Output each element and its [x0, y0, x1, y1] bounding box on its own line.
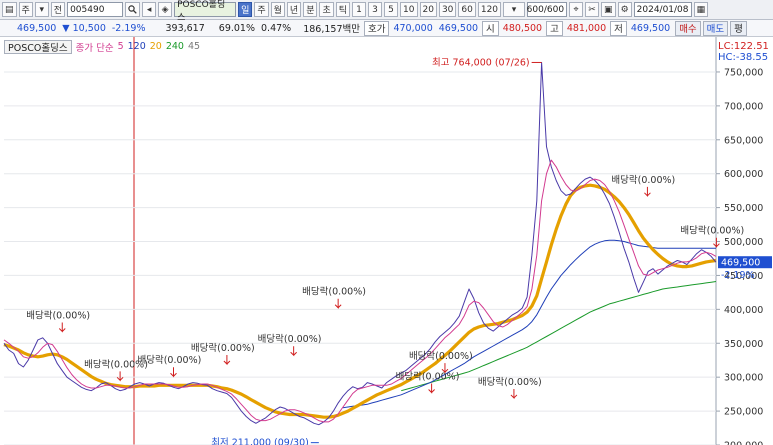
- min-annotation: 최저 211,000 (09/30): [211, 438, 309, 445]
- period-minute[interactable]: 분: [303, 2, 318, 17]
- chart-legend: POSCO홀딩스 종가 단순 5 120 20 240 45: [4, 39, 201, 54]
- dividend-label: 배당락(0.00%): [396, 371, 460, 383]
- volume-ratio: 69.01%: [218, 22, 256, 34]
- period-day[interactable]: 일: [238, 2, 253, 17]
- y-tick-label: 200,000: [724, 441, 763, 445]
- eval-button[interactable]: 평: [730, 20, 747, 36]
- legend-stock-name[interactable]: POSCO홀딩스: [4, 39, 72, 54]
- dividend-label: 배당락(0.00%): [138, 354, 202, 366]
- chevron-down-icon[interactable]: ▾: [503, 2, 526, 17]
- dividend-label: 배당락(0.00%): [409, 350, 473, 362]
- calendar-icon[interactable]: ▦: [693, 2, 709, 17]
- y-tick-label: 500,000: [724, 237, 763, 248]
- high-price: 481,000: [566, 22, 607, 34]
- sell-button[interactable]: 매도: [702, 20, 729, 36]
- dividend-label: 배당락(0.00%): [26, 309, 90, 321]
- chart-toolbar: ▤ 주 ▾ 전 005490 ◂ ◈ POSCO홀딩스 일 주 월 년 분 초 …: [0, 0, 773, 23]
- price-chart: 750,000 700,000 650,000 600,000 550,000 500,0…: [0, 37, 773, 445]
- interval-3[interactable]: 3: [368, 2, 383, 17]
- dividend-label: 배당락(0.00%): [258, 333, 322, 345]
- buy-button[interactable]: 매수: [675, 20, 701, 36]
- count-total: /600: [543, 4, 565, 15]
- legend-ma-45: 45: [187, 41, 201, 52]
- change-rate: -2.19%: [111, 22, 146, 34]
- interval-60[interactable]: 60: [458, 2, 476, 17]
- chevron-down-icon[interactable]: ▾: [34, 2, 49, 17]
- date-input[interactable]: 2024/01/08: [633, 2, 692, 17]
- y-tick-label: 350,000: [724, 339, 763, 350]
- menu-icon[interactable]: ▤: [2, 2, 17, 17]
- period-week[interactable]: 주: [254, 2, 269, 17]
- legend-ma-20: 20: [149, 41, 162, 52]
- y-tick-label: 600,000: [724, 169, 763, 180]
- period-month[interactable]: 월: [270, 2, 285, 17]
- open-price: 480,500: [502, 22, 543, 34]
- y-tick-label: 400,000: [724, 305, 763, 316]
- interval-1[interactable]: 1: [352, 2, 367, 17]
- current-price: 469,500: [17, 22, 57, 34]
- period-tick[interactable]: 틱: [335, 2, 351, 17]
- y-tick-label: 750,000: [724, 67, 763, 78]
- ask-label: 호가: [363, 20, 390, 36]
- ask-price-1: 470,000: [393, 22, 433, 34]
- stock-name-badge: POSCO홀딩스: [174, 0, 237, 23]
- magnifier-icon[interactable]: [125, 2, 141, 17]
- y-tick-label: 650,000: [724, 135, 763, 146]
- period-second[interactable]: 초: [319, 2, 334, 17]
- interval-30[interactable]: 30: [438, 2, 457, 17]
- period-year[interactable]: 년: [286, 2, 302, 17]
- interval-20[interactable]: 20: [419, 2, 437, 17]
- turnover-rate: 0.47%: [261, 22, 292, 34]
- dividend-label: 배당락(0.00%): [611, 174, 675, 186]
- legend-ma-240: 240: [165, 41, 184, 52]
- dividend-label: 배당락(0.00%): [680, 225, 744, 237]
- save-icon[interactable]: ▣: [601, 2, 616, 17]
- lc-label: LC:122.51: [718, 41, 769, 52]
- y-tick-label: 250,000: [724, 407, 763, 418]
- dividend-label: 배당락(0.00%): [478, 376, 542, 388]
- trade-amount: 186,157백만: [303, 24, 360, 35]
- market-select[interactable]: 주: [18, 2, 33, 17]
- open-label: 시: [482, 20, 499, 36]
- max-annotation: 최고 764,000 (07/26): [432, 57, 530, 68]
- link-icon[interactable]: ◈: [158, 2, 173, 17]
- price-change: ▼ 10,500: [62, 22, 106, 34]
- ask-price-2: 469,500: [438, 22, 479, 34]
- interval-120[interactable]: 120: [477, 2, 502, 17]
- y-tick-label: 300,000: [724, 373, 763, 384]
- low-price: 469,500: [630, 22, 671, 34]
- gear-icon[interactable]: ⚙: [617, 2, 632, 17]
- count-value: 600: [526, 4, 544, 15]
- high-label: 고: [546, 20, 563, 36]
- y-tick-label: 700,000: [724, 101, 763, 112]
- current-price-label: 469,500: [721, 258, 760, 269]
- stock-code-input[interactable]: 005490: [67, 2, 124, 17]
- volume: 393,617: [165, 22, 205, 34]
- quote-bar: 469,500 ▼ 10,500 -2.19% 393,617 69.01% 0…: [0, 20, 773, 37]
- dividend-label: 배당락(0.00%): [302, 286, 366, 298]
- all-button[interactable]: 전: [50, 2, 66, 17]
- y-tick-label: 550,000: [724, 203, 763, 214]
- interval-10[interactable]: 10: [400, 2, 418, 17]
- dividend-label: 배당락(0.00%): [191, 342, 255, 354]
- legend-label: 종가 단순: [75, 42, 114, 54]
- interval-5[interactable]: 5: [384, 2, 399, 17]
- prev-icon[interactable]: ◂: [142, 2, 157, 17]
- current-rate-label: -2.19%: [721, 270, 755, 281]
- scissors-icon[interactable]: ✂: [585, 2, 600, 17]
- legend-ma-120: 120: [127, 41, 146, 52]
- legend-ma-5: 5: [117, 41, 124, 52]
- hc-label: HC:-38.55: [718, 52, 768, 63]
- tool-icon[interactable]: ⌖: [569, 2, 584, 17]
- low-label: 저: [610, 20, 627, 36]
- count-input[interactable]: 600/600: [526, 2, 568, 17]
